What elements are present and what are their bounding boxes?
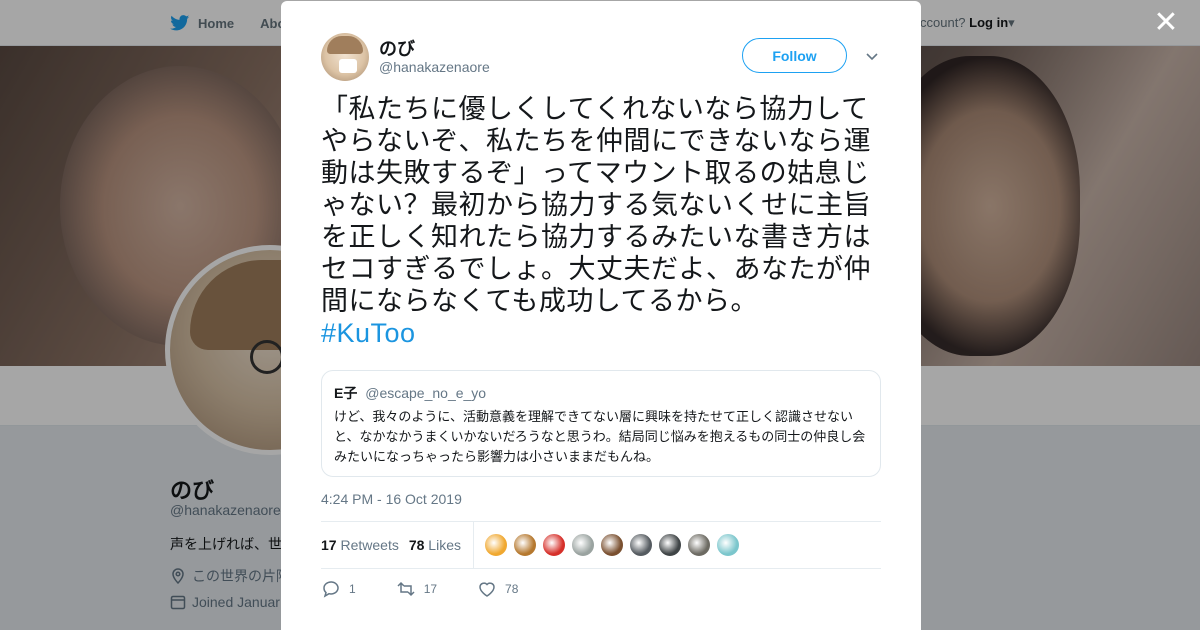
quoted-tweet-header: E子 @escape_no_e_yo [334,383,868,403]
liker-avatar[interactable] [599,533,624,557]
liker-avatars [483,533,740,557]
tweet-timestamp[interactable]: 4:24 PM - 16 Oct 2019 [321,491,462,507]
stats-divider [472,522,474,568]
liker-avatar[interactable] [541,533,566,557]
liker-avatar[interactable] [686,533,711,557]
tweet-modal: のび @hanakazenaore Follow 「私たちに優しくしてくれないな… [281,1,921,630]
retweets-stat[interactable]: 17 Retweets [321,537,399,553]
tweet-stats: 17 Retweets 78 Likes [321,521,881,569]
chevron-down-icon[interactable] [865,49,879,63]
likes-label: Likes [428,537,461,553]
close-icon[interactable]: ✕ [1152,8,1180,38]
like-button[interactable]: 78 [477,579,518,599]
liker-avatar[interactable] [570,533,595,557]
author-name[interactable]: のび [379,35,415,61]
author-avatar-mask [339,59,357,73]
reply-count: 1 [349,582,356,596]
retweets-count: 17 [321,537,337,553]
quoted-tweet-text: けど、我々のように、活動意義を理解できてない層に興味を持たせて正しく認識させない… [334,409,866,464]
like-count: 78 [505,582,519,596]
liker-avatar[interactable] [512,533,537,557]
liker-avatar[interactable] [483,533,508,557]
hashtag-link[interactable]: #KuToo [321,318,416,348]
liker-avatar[interactable] [715,533,740,557]
tweet-actions: 1 17 78 [321,579,558,599]
follow-button[interactable]: Follow [742,38,847,73]
retweet-icon [397,581,415,597]
heart-icon [479,582,495,597]
retweet-count: 17 [423,582,438,596]
quoted-tweet[interactable]: E子 @escape_no_e_yo けど、我々のように、活動意義を理解できてな… [321,370,881,477]
author-handle[interactable]: @hanakazenaore [379,59,490,75]
tweet-body: 「私たちに優しくしてくれないなら協力してやらないぞ、私たちを仲間にできないなら運… [321,94,871,316]
quoted-author-handle: @escape_no_e_yo [365,385,487,401]
tweet-text: 「私たちに優しくしてくれないなら協力してやらないぞ、私たちを仲間にできないなら運… [321,93,886,349]
liker-avatar[interactable] [657,533,682,557]
retweet-button[interactable]: 17 [396,579,437,599]
author-avatar-hair [327,36,363,54]
author-avatar[interactable] [321,33,369,81]
retweets-label: Retweets [340,537,399,553]
likes-stat[interactable]: 78 Likes [409,537,461,553]
quoted-author-name: E子 [334,385,358,401]
reply-icon [323,581,339,598]
reply-button[interactable]: 1 [321,579,356,599]
liker-avatar[interactable] [628,533,653,557]
likes-count: 78 [408,537,425,553]
